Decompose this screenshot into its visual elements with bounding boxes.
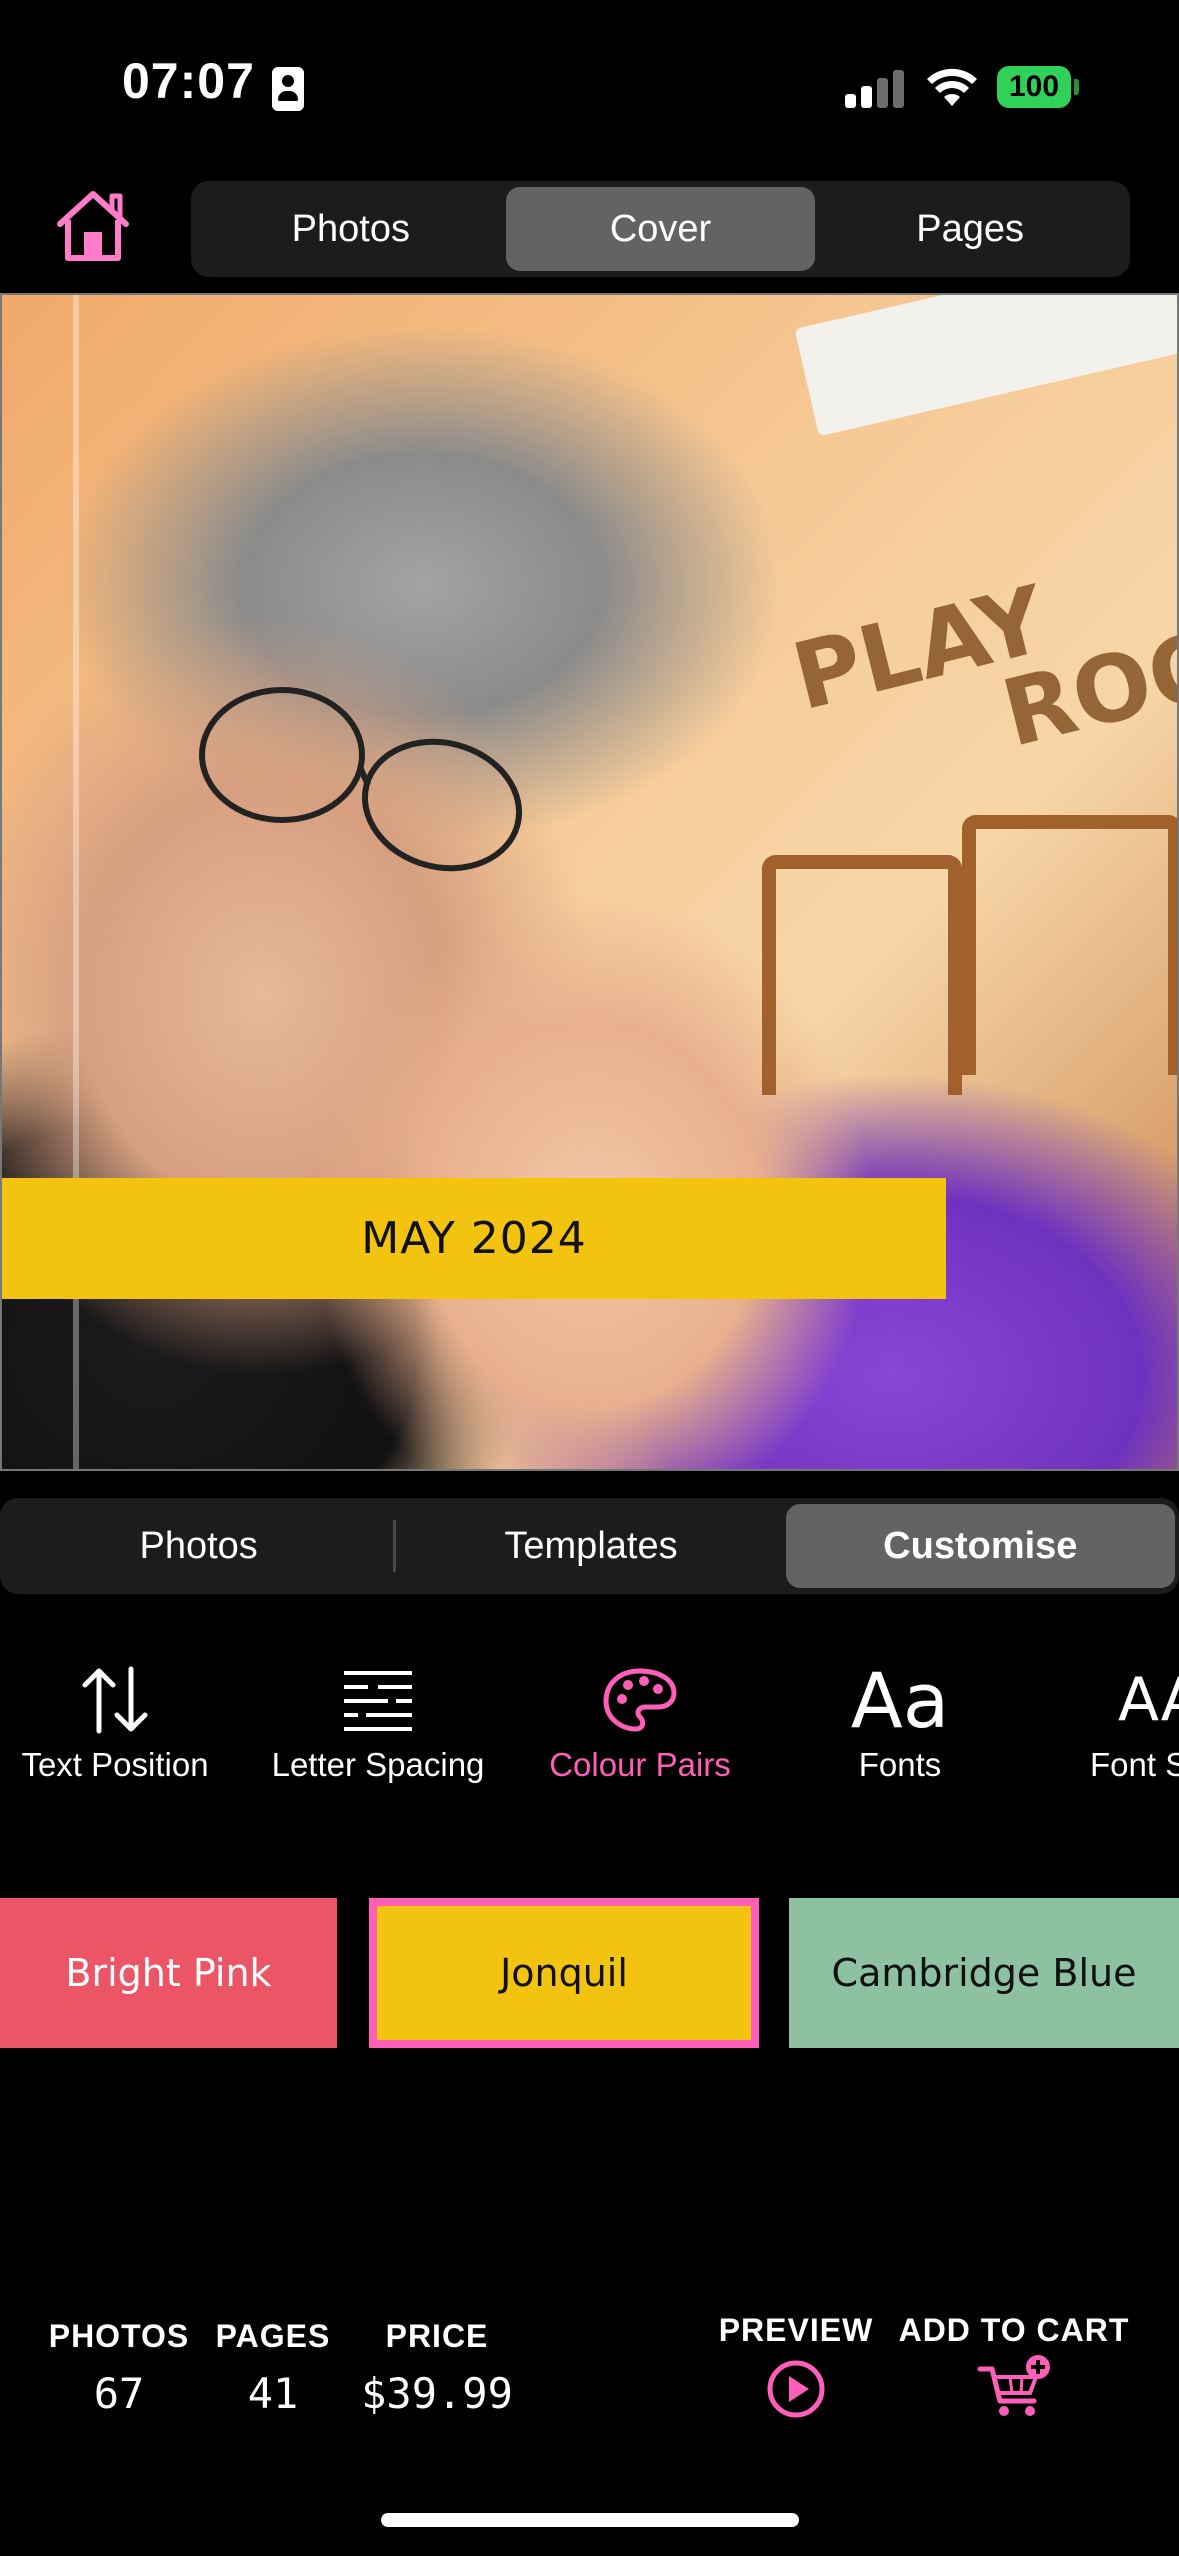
tool-label: Colour Pairs: [549, 1746, 731, 1783]
colour-pair-bright-pink[interactable]: Bright Pink: [0, 1898, 337, 2048]
editor-tab-bar: Photos Templates Customise: [0, 1498, 1179, 1594]
editor-tab-templates[interactable]: Templates: [396, 1504, 785, 1588]
chair: [962, 815, 1177, 1075]
home-icon: [57, 191, 129, 261]
editor-tab-customise[interactable]: Customise: [785, 1504, 1175, 1588]
editor-tab-photos[interactable]: Photos: [4, 1504, 393, 1588]
colour-pair-jonquil[interactable]: Jonquil: [369, 1898, 759, 2048]
price-display: PRICE $39.99: [352, 2318, 522, 2418]
pages-label: PAGES: [215, 2318, 331, 2354]
preview-label: PREVIEW: [718, 2312, 874, 2348]
photos-count: PHOTOS 67: [48, 2318, 190, 2418]
photos-value: 67: [93, 2369, 145, 2418]
pages-value: 41: [247, 2369, 299, 2418]
glasses-shape: [199, 687, 523, 872]
tool-label: Font S: [1090, 1746, 1179, 1783]
font-size-icon: AA: [1118, 1665, 1179, 1735]
fonts-icon: Aa: [850, 1655, 950, 1745]
tab-pages[interactable]: Pages: [815, 187, 1125, 271]
tab-photos[interactable]: Photos: [196, 187, 506, 271]
tool-colour-pairs[interactable]: Colour Pairs: [530, 1660, 750, 1784]
cover-caption-bar[interactable]: MAY 2024: [2, 1178, 946, 1299]
cover-preview[interactable]: PLAY ROO MAY 2024: [0, 293, 1179, 1471]
tab-cover[interactable]: Cover: [505, 187, 816, 271]
preview-button[interactable]: PREVIEW: [716, 2312, 876, 2424]
pages-count: PAGES 41: [214, 2318, 332, 2418]
chair: [762, 855, 962, 1095]
play-circle-icon: [767, 2360, 825, 2418]
cellular-signal-icon: [845, 70, 905, 108]
customise-tools: Text Position Letter Spacing Colour Pair…: [0, 1656, 1179, 1790]
tool-font-size[interactable]: AA Font S: [1080, 1660, 1179, 1784]
add-to-cart-button[interactable]: ADD TO CART: [896, 2312, 1132, 2424]
tool-label: Fonts: [858, 1746, 942, 1783]
status-bar: 07:07 100: [0, 0, 1179, 170]
palette-icon: [603, 1668, 677, 1732]
home-button[interactable]: [54, 188, 132, 264]
tool-letter-spacing[interactable]: Letter Spacing: [258, 1660, 498, 1784]
cart-add-icon: [977, 2355, 1050, 2416]
battery-tip: [1074, 79, 1079, 95]
price-label: PRICE: [385, 2318, 489, 2354]
letter-spacing-icon: [344, 1671, 412, 1731]
cover-caption-text: MAY 2024: [361, 1213, 587, 1264]
colour-pair-list: Bright Pink Jonquil Cambridge Blue: [0, 1898, 1179, 2048]
photos-label: PHOTOS: [48, 2318, 190, 2354]
battery-indicator: 100: [997, 66, 1071, 108]
colour-pair-cambridge-blue[interactable]: Cambridge Blue: [789, 1898, 1179, 2048]
add-to-cart-label: ADD TO CART: [898, 2312, 1130, 2348]
tool-label: Letter Spacing: [271, 1746, 485, 1783]
status-time: 07:07: [122, 53, 255, 109]
tool-text-position[interactable]: Text Position: [10, 1660, 220, 1784]
home-indicator[interactable]: [381, 2513, 799, 2527]
top-tab-bar: Photos Cover Pages: [191, 181, 1130, 277]
tool-fonts[interactable]: Aa Fonts: [820, 1656, 980, 1784]
tool-label: Text Position: [21, 1746, 209, 1783]
id-card-icon: [272, 67, 304, 111]
wifi-icon: [927, 68, 977, 106]
arrows-up-down-icon: [82, 1666, 148, 1734]
price-value: $39.99: [361, 2369, 513, 2418]
